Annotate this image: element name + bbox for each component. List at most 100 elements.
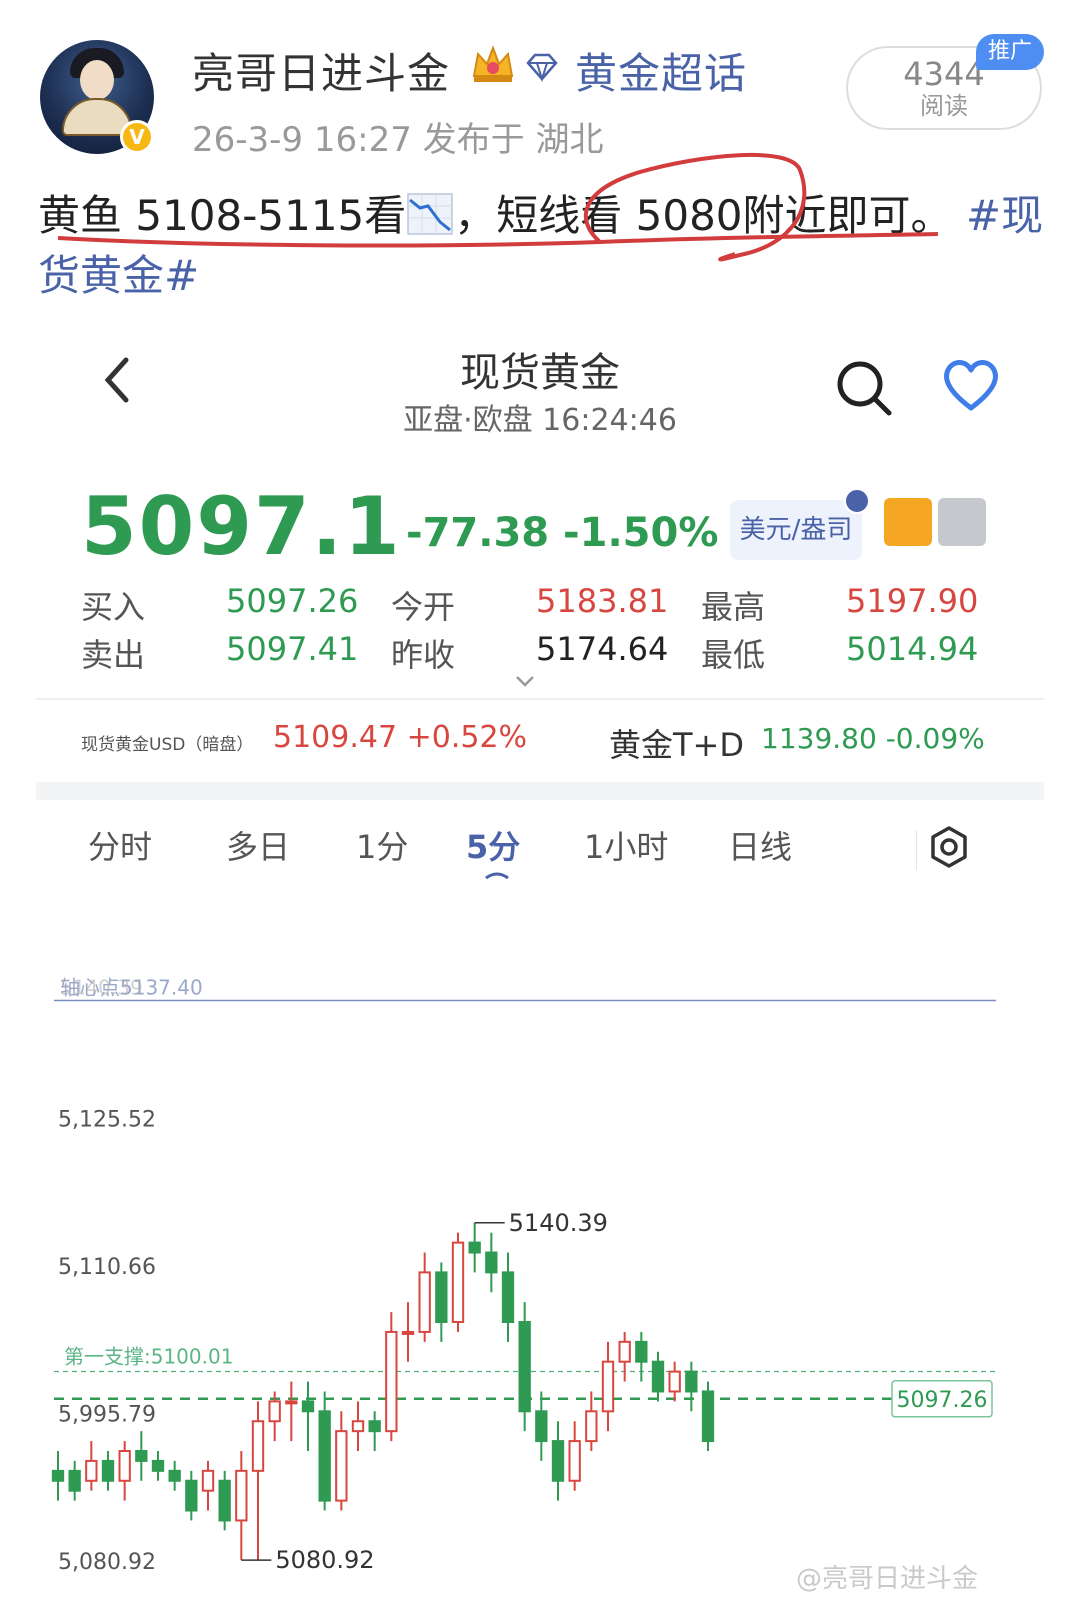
read-label: 阅读 — [920, 92, 968, 120]
candle-body — [635, 1340, 648, 1363]
candle-body — [68, 1469, 81, 1492]
post-text-part1: 黄鱼 5108-5115看 — [38, 191, 407, 240]
candle-body — [568, 1440, 581, 1482]
candle-body — [201, 1469, 215, 1492]
watermark: @亮哥日进斗金 — [796, 1564, 979, 1594]
candle-body — [418, 1271, 431, 1333]
candle-body — [135, 1450, 148, 1462]
candle-body — [268, 1400, 281, 1423]
heart-icon[interactable] — [942, 358, 1000, 412]
candle-body — [251, 1420, 265, 1472]
refresh-icon[interactable] — [884, 498, 932, 546]
candle-body — [151, 1459, 165, 1472]
section-gap — [36, 782, 1044, 800]
candle-body — [618, 1340, 631, 1363]
candle-body — [535, 1410, 548, 1443]
kline-chart[interactable]: 轴心点5137.40 5140.39 第一支撑:5100.01 5097.26 5,12… — [36, 890, 1044, 1621]
unit-chip[interactable]: 美元/盎司 — [730, 500, 862, 560]
prev-close-value: 5174.64 — [536, 630, 669, 668]
candle-body — [701, 1390, 715, 1443]
price-change: -77.38 -1.50% — [406, 510, 719, 556]
candle-body — [285, 1400, 298, 1405]
post-header: V 亮哥日进斗金 黄金超话 26-3-9 16:27 发布于 湖北 4344 阅… — [0, 0, 1080, 170]
candle-body — [368, 1420, 381, 1433]
verified-badge-icon: V — [120, 120, 154, 154]
candle-body — [385, 1330, 398, 1433]
min-label: 5080.92 — [275, 1546, 374, 1574]
candle-body — [518, 1321, 531, 1413]
candle-body — [85, 1459, 98, 1482]
buy-label: 买入 — [81, 588, 146, 626]
current-price-label: 5097.26 — [897, 1388, 988, 1413]
candle-body — [101, 1459, 115, 1482]
candle-body — [435, 1271, 448, 1323]
gold-quote-app: 现货黄金 亚盘·欧盘 16:24:46 5097.1 -77.38 -1.50%… — [36, 330, 1044, 1621]
tab-1min[interactable]: 1分 — [356, 822, 408, 868]
open-label: 今开 — [391, 588, 456, 626]
chevron-down-icon[interactable] — [514, 674, 536, 688]
y-tick-label: 5,125.52 — [58, 1107, 156, 1132]
active-tab-indicator — [485, 872, 509, 880]
candle-body — [451, 1241, 465, 1323]
candle-body — [335, 1430, 348, 1502]
candle-body — [168, 1469, 181, 1482]
candle-body — [351, 1420, 365, 1433]
candle-body — [318, 1410, 331, 1502]
divider — [36, 698, 1044, 700]
candle-body — [651, 1360, 665, 1393]
y-tick-label: 5,080.92 — [58, 1550, 156, 1575]
tab-daily[interactable]: 日线 — [728, 822, 792, 868]
tab-1hour[interactable]: 1小时 — [584, 822, 668, 868]
candle-body — [585, 1410, 598, 1443]
sub-quote-right-value: 1139.80 -0.09% — [761, 722, 985, 755]
sell-value: 5097.41 — [226, 630, 359, 668]
promo-badge: 推广 — [976, 34, 1044, 70]
candle-body — [401, 1330, 415, 1335]
tabs-separator — [916, 830, 917, 870]
candle-body — [501, 1271, 515, 1323]
switch-icon — [844, 488, 870, 514]
high-label: 最高 — [701, 588, 766, 626]
candle-body — [301, 1400, 315, 1413]
open-value: 5183.81 — [536, 582, 669, 620]
sub-quote-row: 现货黄金USD（暗盘） 5109.47 +0.52% 黄金T+D 1139.80… — [81, 720, 1001, 764]
candle-body — [218, 1479, 231, 1522]
candle-body — [485, 1251, 498, 1274]
candle-body — [118, 1450, 131, 1482]
candle-body — [235, 1469, 248, 1522]
tab-5min[interactable]: 5分 — [466, 822, 520, 868]
sub-quote-right-label[interactable]: 黄金T+D — [609, 720, 744, 766]
candle-body — [685, 1370, 698, 1393]
candle-body — [185, 1479, 198, 1512]
topic-link[interactable]: 黄金超话 — [575, 40, 747, 101]
support-label: 第一支撑:5100.01 — [64, 1345, 233, 1369]
quote-grid: 买入 5097.26 今开 5183.81 最高 5197.90 卖出 5097… — [81, 582, 981, 682]
diamond-icon — [526, 53, 558, 82]
candle-body — [468, 1241, 481, 1254]
max-label: 5140.39 — [509, 1209, 608, 1237]
tab-multi-day[interactable]: 多日 — [226, 822, 290, 868]
sell-label: 卖出 — [81, 636, 146, 674]
pivot-overlay-label: 5140.39 — [60, 975, 143, 999]
buy-value: 5097.26 — [226, 582, 359, 620]
post-meta: 26-3-9 16:27 发布于 湖北 — [192, 120, 604, 160]
period-tabs: 分时 多日 1分 5分 1小时 日线 — [36, 810, 1044, 890]
candle-body — [668, 1370, 681, 1393]
chart-down-icon — [407, 193, 454, 235]
y-tick-label: 5,110.66 — [58, 1255, 156, 1280]
tab-fenshi[interactable]: 分时 — [88, 822, 152, 868]
username[interactable]: 亮哥日进斗金 — [192, 40, 450, 101]
settings-icon[interactable] — [926, 824, 972, 870]
post-text: 黄鱼 5108-5115看 ，短线看 5080附近即可。 #现货黄金# — [38, 186, 1048, 306]
post-text-part2: ，短线看 5080附近即可。 — [454, 191, 953, 240]
y-tick-label: 5,995.79 — [58, 1402, 156, 1427]
sub-quote-left-label: 现货黄金USD（暗盘） — [81, 735, 254, 755]
prev-close-label: 昨收 — [391, 636, 456, 674]
sub-quote-left-value: 5109.47 +0.52% — [273, 720, 528, 755]
crown-icon — [472, 45, 514, 82]
search-icon[interactable] — [834, 358, 894, 418]
low-label: 最低 — [701, 636, 766, 674]
alert-icon[interactable] — [938, 498, 986, 546]
candle-body — [551, 1440, 565, 1482]
candle-body — [601, 1360, 615, 1413]
